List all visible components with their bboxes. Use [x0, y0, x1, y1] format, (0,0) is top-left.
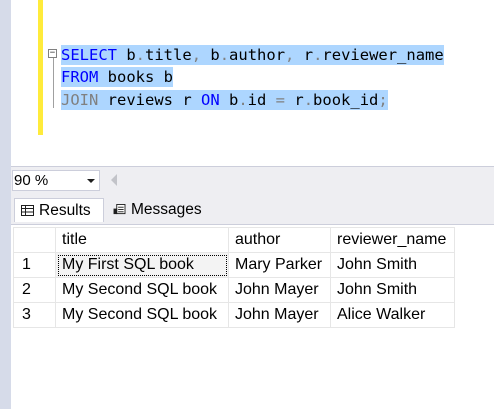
sql-token: . [238, 91, 248, 109]
scroll-left-icon[interactable] [111, 174, 117, 186]
header-row: title author reviewer_name [13, 227, 455, 253]
sql-token: b [201, 46, 220, 64]
tab-messages-label: Messages [131, 201, 202, 218]
zoom-value: 90 % [14, 172, 49, 189]
collapse-toggle-icon[interactable]: − [48, 49, 57, 58]
column-header-reviewer-name[interactable]: reviewer_name [330, 227, 455, 253]
sql-token: book_id [313, 91, 379, 109]
tab-results-label: Results [39, 202, 91, 219]
results-tabbar: Results Messages [11, 194, 494, 224]
sql-token: r [294, 46, 314, 64]
cell-title[interactable]: My First SQL book [55, 252, 229, 278]
table-row: 1 My First SQL book Mary Parker John Smi… [13, 252, 455, 278]
cell-title[interactable]: My Second SQL book [55, 277, 229, 303]
editor-left-margin [0, 0, 11, 409]
sql-token: FROM [61, 68, 99, 86]
grid-icon [21, 205, 34, 216]
zoom-dropdown[interactable]: 90 % [12, 170, 100, 191]
sql-token: b [117, 46, 136, 64]
table-row: 2 My Second SQL book John Mayer John Smi… [13, 277, 455, 303]
sql-token: author [229, 46, 286, 64]
change-marker [38, 0, 43, 135]
cell-author[interactable]: Mary Parker [228, 252, 331, 278]
sql-token: b [219, 91, 239, 109]
sql-token: , [285, 46, 295, 64]
code-line-1[interactable]: SELECT b.title, b.author, r.reviewer_nam… [61, 45, 444, 65]
sql-token: = [275, 91, 286, 109]
cell-reviewer-name[interactable]: John Smith [330, 277, 455, 303]
table-row: 3 My Second SQL book John Mayer Alice Wa… [13, 302, 455, 328]
row-number-header[interactable] [13, 227, 56, 253]
code-line-2[interactable]: FROM books b [61, 67, 173, 87]
cell-title[interactable]: My Second SQL book [55, 302, 229, 328]
sql-token: r [285, 91, 304, 109]
sql-token: reviews r [98, 91, 201, 109]
query-editor[interactable]: − SELECT b.title, b.author, r.reviewer_n… [0, 0, 494, 166]
results-grid: title author reviewer_name 1 My First SQ… [11, 224, 494, 409]
sql-token: . [313, 46, 323, 64]
sql-token: ; [378, 91, 388, 109]
row-number[interactable]: 1 [13, 252, 56, 278]
column-header-title[interactable]: title [55, 227, 229, 253]
tab-results[interactable]: Results [14, 198, 104, 222]
cell-author[interactable]: John Mayer [228, 302, 331, 328]
results-table: title author reviewer_name 1 My First SQ… [13, 227, 455, 328]
sql-token: books b [98, 68, 173, 86]
sql-token: . [219, 46, 230, 64]
sql-token: id [247, 91, 276, 109]
cell-author[interactable]: John Mayer [228, 277, 331, 303]
row-number[interactable]: 2 [13, 277, 56, 303]
sql-token: JOIN [61, 91, 99, 109]
outline-guide [53, 56, 54, 108]
sql-token: . [303, 91, 314, 109]
messages-icon [113, 204, 126, 215]
zoom-bar: 90 % [11, 166, 494, 194]
sql-token: SELECT [61, 46, 117, 64]
sql-token: title [145, 46, 192, 64]
sql-token: reviewer_name [322, 46, 444, 64]
row-number[interactable]: 3 [13, 302, 56, 328]
cell-reviewer-name[interactable]: John Smith [330, 252, 455, 278]
sql-token: , [191, 46, 202, 64]
sql-token: ON [200, 91, 220, 109]
code-line-3[interactable]: JOIN reviews r ON b.id = r.book_id; [61, 90, 388, 110]
sql-token: . [135, 46, 146, 64]
column-header-author[interactable]: author [228, 227, 331, 253]
chevron-down-icon[interactable] [87, 179, 95, 183]
tab-messages[interactable]: Messages [107, 198, 217, 222]
cell-reviewer-name[interactable]: Alice Walker [330, 302, 455, 328]
